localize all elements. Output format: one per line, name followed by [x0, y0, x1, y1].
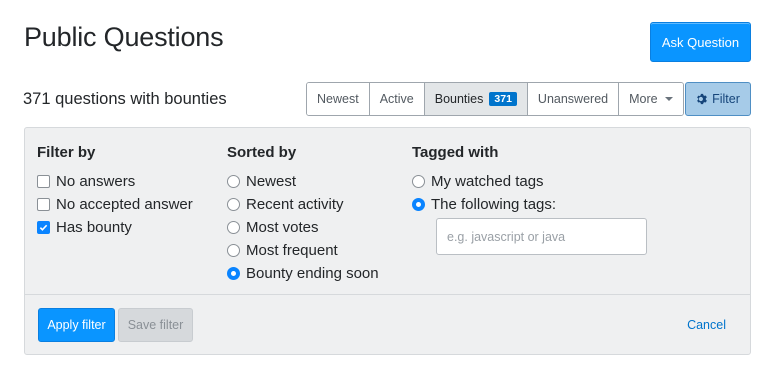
tab-newest[interactable]: Newest: [307, 83, 369, 115]
tags-input[interactable]: [436, 218, 647, 255]
save-filter-button[interactable]: Save filter: [118, 308, 193, 342]
no-answers-checkbox[interactable]: [37, 175, 50, 188]
page-title: Public Questions: [24, 22, 224, 52]
no-answers-option[interactable]: No answers: [37, 170, 193, 193]
option-label: Most frequent: [246, 242, 338, 259]
option-label: No answers: [56, 173, 136, 190]
ask-question-button[interactable]: Ask Question: [650, 22, 751, 62]
option-label: No accepted answer: [56, 196, 193, 213]
option-label: Bounty ending soon: [246, 265, 379, 282]
no-accepted-answer-checkbox[interactable]: [37, 198, 50, 211]
tab-bounties[interactable]: Bounties 371: [423, 83, 527, 115]
filter-by-group: Filter by No answers No accepted answer …: [37, 144, 193, 239]
tab-label: Bounties: [434, 92, 484, 106]
sort-newest-radio[interactable]: [227, 175, 240, 188]
sort-most-votes-option[interactable]: Most votes: [227, 216, 379, 239]
tagged-with-group: Tagged with My watched tags The followin…: [412, 144, 556, 216]
option-label: Recent activity: [246, 196, 344, 213]
option-label: Has bounty: [56, 219, 132, 236]
has-bounty-checkbox[interactable]: [37, 221, 50, 234]
filter-by-heading: Filter by: [37, 144, 96, 161]
watched-tags-radio[interactable]: [412, 175, 425, 188]
filter-button-label: Filter: [712, 92, 740, 106]
tab-label: Active: [379, 92, 414, 106]
sort-newest-option[interactable]: Newest: [227, 170, 379, 193]
cancel-link[interactable]: Cancel: [687, 318, 726, 332]
apply-filter-button[interactable]: Apply filter: [38, 308, 115, 342]
watched-tags-option[interactable]: My watched tags: [412, 170, 556, 193]
tagged-with-heading: Tagged with: [412, 144, 499, 161]
gear-icon: [697, 93, 707, 105]
has-bounty-option[interactable]: Has bounty: [37, 216, 193, 239]
question-count: 371 questions with bounties: [23, 90, 227, 108]
sorted-by-heading: Sorted by: [227, 144, 297, 161]
tab-label: Newest: [317, 92, 359, 106]
sort-most-frequent-option[interactable]: Most frequent: [227, 239, 379, 262]
sort-bounty-ending-soon-radio[interactable]: [227, 267, 240, 280]
tab-label: More: [629, 92, 658, 106]
following-tags-radio[interactable]: [412, 198, 425, 211]
sort-tabs: Newest Active Bounties 371 Unanswered Mo…: [306, 82, 684, 116]
checkmark-icon: [39, 224, 48, 231]
filter-panel: Filter by No answers No accepted answer …: [24, 127, 751, 355]
sort-most-votes-radio[interactable]: [227, 221, 240, 234]
option-label: My watched tags: [431, 173, 544, 190]
sort-recent-activity-option[interactable]: Recent activity: [227, 193, 379, 216]
filter-button[interactable]: Filter: [685, 82, 751, 116]
option-label: Newest: [246, 173, 297, 190]
sort-bounty-ending-soon-option[interactable]: Bounty ending soon: [227, 262, 379, 285]
tab-label: Unanswered: [537, 92, 609, 106]
tab-unanswered[interactable]: Unanswered: [526, 83, 619, 115]
no-accepted-answer-option[interactable]: No accepted answer: [37, 193, 193, 216]
sorted-by-group: Sorted by Newest Recent activity Most vo…: [227, 144, 379, 285]
option-label: The following tags:: [431, 196, 557, 213]
chevron-down-icon: [664, 97, 673, 101]
sort-most-frequent-radio[interactable]: [227, 244, 240, 257]
option-label: Most votes: [246, 219, 319, 236]
tab-more[interactable]: More: [618, 83, 683, 115]
following-tags-option[interactable]: The following tags:: [412, 193, 556, 216]
bounty-count-badge: 371: [489, 92, 517, 106]
sort-recent-activity-radio[interactable]: [227, 198, 240, 211]
tab-active[interactable]: Active: [368, 83, 424, 115]
